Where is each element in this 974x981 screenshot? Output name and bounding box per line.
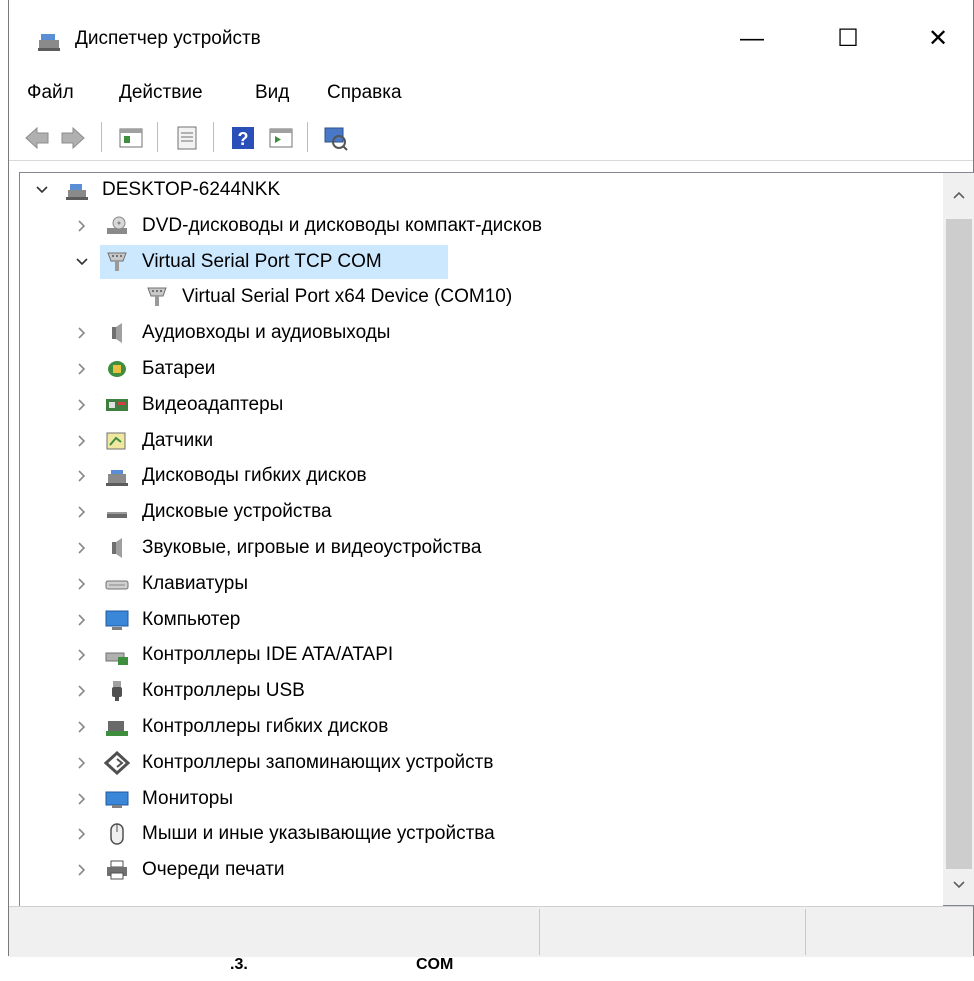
tree-item-label: Контроллеры IDE ATA/ATAPI [142,644,394,665]
close-button[interactable]: ✕ [913,14,963,64]
maximize-button[interactable]: ☐ [823,14,873,64]
scan-hardware-icon[interactable] [321,124,349,152]
keyboard-icon [105,580,129,590]
usb-icon [112,681,122,701]
menu-help[interactable]: Справка [327,82,402,104]
sensor-icon [106,432,126,450]
disk-drive-icon [107,512,127,518]
floppy-controller-icon [106,721,128,736]
toolbar-separator [101,122,102,152]
tree-item-label: Батареи [142,358,216,379]
chevron-right-icon[interactable] [74,397,90,413]
status-bar [9,906,973,957]
chevron-right-icon[interactable] [74,361,90,377]
tree-item-label: Virtual Serial Port x64 Device (COM10) [182,286,513,307]
computer-tower-icon [66,184,88,200]
menu-action[interactable]: Действие [119,82,203,104]
toolbar-separator [307,122,308,152]
tree-item-label: Дисководы гибких дисков [142,465,367,486]
toolbar: ? [9,114,973,161]
chevron-right-icon[interactable] [74,576,90,592]
device-manager-icon [38,34,60,51]
chevron-right-icon[interactable] [74,218,90,234]
display-adapter-icon [106,399,128,411]
printer-icon [107,860,127,880]
menu-view[interactable]: Вид [255,82,289,104]
tree-item-label: Аудиовходы и аудиовыходы [142,322,391,343]
speaker-icon [112,323,122,343]
tree-item-label: Дисковые устройства [142,501,332,522]
help-icon[interactable]: ? [229,124,257,152]
status-divider [539,909,540,955]
monitor-icon [105,791,129,808]
figure-caption: COM [416,956,454,973]
forward-icon[interactable] [59,124,87,152]
chevron-right-icon[interactable] [74,540,90,556]
window-title: Диспетчер устройств [75,28,261,49]
chevron-right-icon[interactable] [74,755,90,771]
mouse-icon [110,823,124,845]
computer-icon [105,610,129,630]
chevron-right-icon[interactable] [74,504,90,520]
chevron-right-icon[interactable] [74,325,90,341]
svg-text:?: ? [238,129,249,149]
vertical-scrollbar[interactable] [943,172,974,906]
chevron-right-icon[interactable] [74,826,90,842]
device-manager-window: Диспетчер устройств — ☐ ✕ Файл Действие … [8,0,974,957]
tree-item-label: Очереди печати [142,859,285,880]
chevron-right-icon[interactable] [74,862,90,878]
status-divider [805,909,806,955]
tree-item-label: Звуковые, игровые и видеоустройства [142,537,482,558]
chevron-down-icon[interactable] [34,182,50,198]
minimize-button[interactable]: — [727,14,777,64]
dvd-drive-icon [107,216,127,234]
speaker-icon [112,538,122,558]
menu-file[interactable]: Файл [27,82,74,104]
chevron-down-icon[interactable] [74,254,90,270]
tree-item-label: Датчики [142,430,214,451]
toolbar-separator [213,122,214,152]
tree-item-label: Мыши и иные указывающие устройства [142,823,495,844]
tree-item-label: Virtual Serial Port TCP COM [142,251,382,272]
tree-item-label: Мониторы [142,788,233,809]
scrollbar-thumb[interactable] [946,219,972,869]
chevron-right-icon[interactable] [74,433,90,449]
figure-number: .3. [230,956,248,973]
tree-item-label: Видеоадаптеры [142,394,284,415]
ide-controller-icon [105,652,128,665]
run-icon[interactable] [267,124,295,152]
tree-item-label: Контроллеры USB [142,680,305,701]
chevron-right-icon[interactable] [74,683,90,699]
chevron-right-icon[interactable] [74,791,90,807]
tree-item-label: Контроллеры гибких дисков [142,716,389,737]
tree-item-label: Клавиатуры [142,573,249,594]
tree-item-label: DVD-дисководы и дисководы компакт-дисков [142,215,542,236]
storage-controller-icon [104,751,130,775]
battery-icon [108,361,126,377]
menu-bar: Файл Действие Вид Справка [9,78,973,114]
chevron-up-icon[interactable] [951,187,967,203]
tree-item-label: Контроллеры запоминающих устройств [142,752,494,773]
chevron-right-icon[interactable] [74,468,90,484]
serial-port-icon [147,287,167,306]
serial-port-icon [107,252,127,271]
device-tree[interactable]: DESKTOP-6244NKK DVD-дисководы и дисковод… [19,172,952,908]
chevron-right-icon[interactable] [74,612,90,628]
chevron-down-icon[interactable] [951,877,967,893]
toolbar-separator [157,122,158,152]
update-driver-icon[interactable] [173,124,201,152]
tree-item-label: Компьютер [142,609,241,630]
back-icon[interactable] [23,124,51,152]
root-label: DESKTOP-6244NKK [102,179,281,200]
tree-root[interactable]: DESKTOP-6244NKK [20,173,920,207]
floppy-drive-icon [106,470,128,486]
properties-icon[interactable] [117,124,145,152]
title-bar[interactable]: Диспетчер устройств — ☐ ✕ [9,0,973,78]
chevron-right-icon[interactable] [74,647,90,663]
chevron-right-icon[interactable] [74,719,90,735]
